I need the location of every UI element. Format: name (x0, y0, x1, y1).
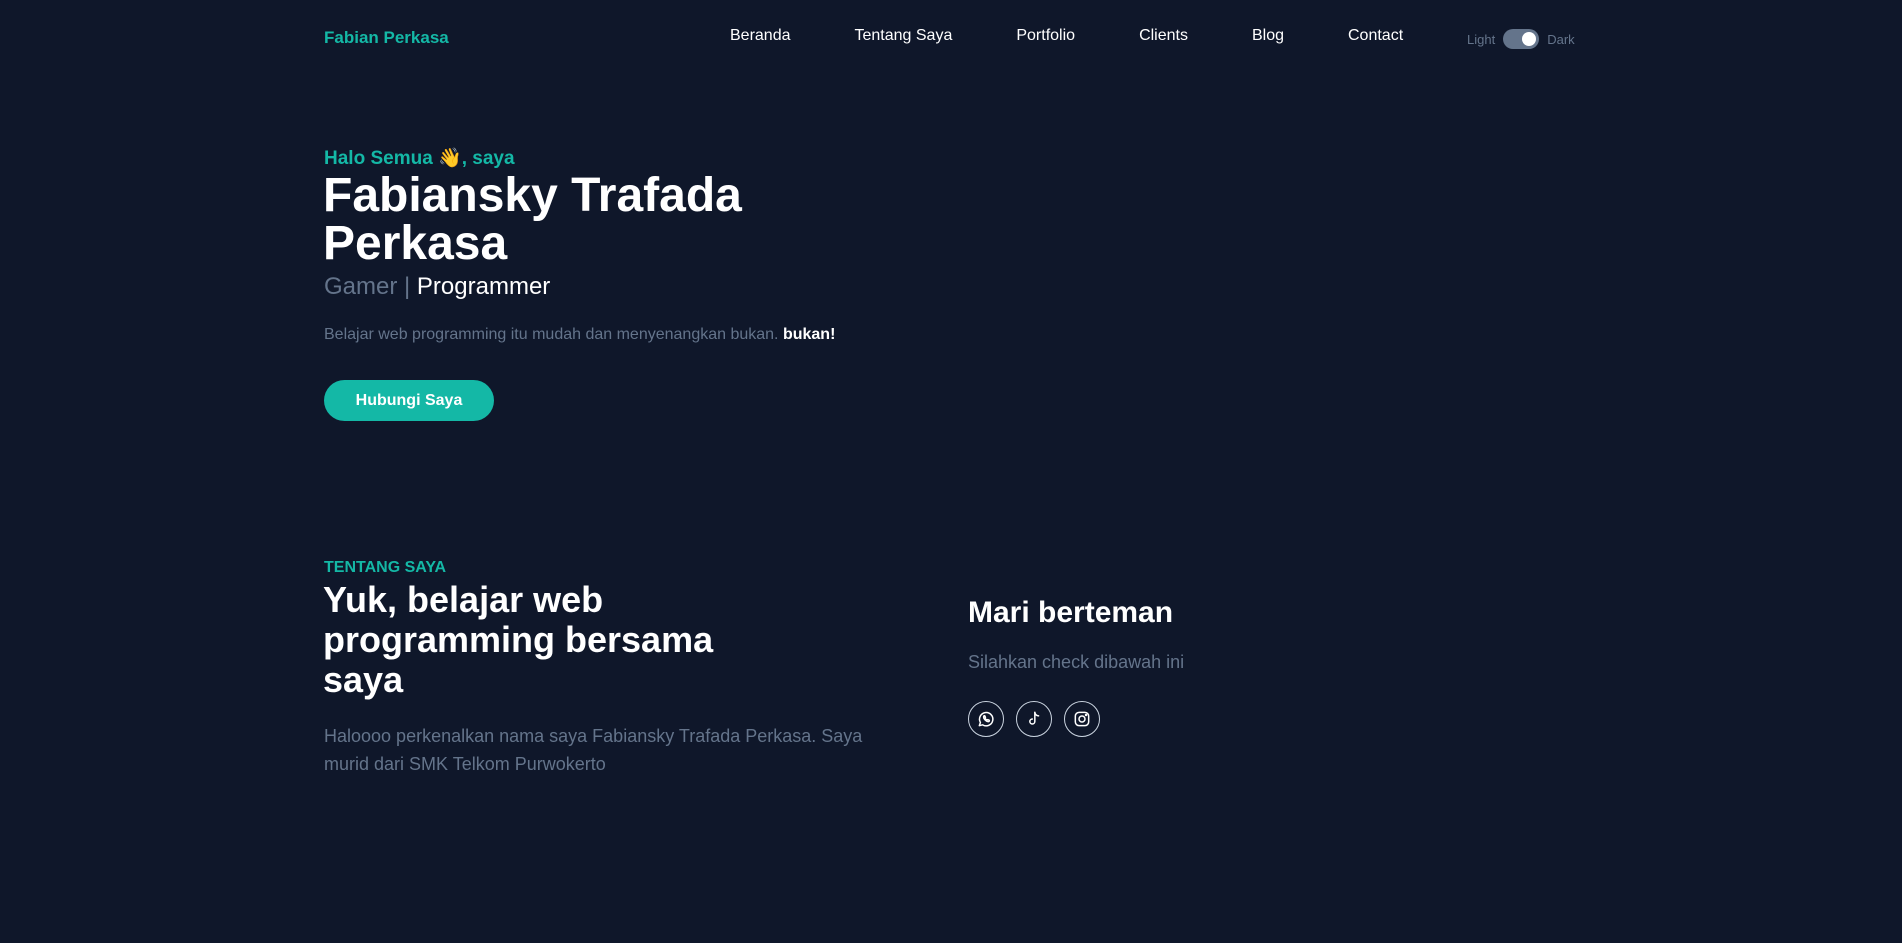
social-links (968, 701, 1100, 737)
tiktok-icon (1029, 711, 1040, 725)
dark-mode-switch[interactable] (1503, 29, 1540, 49)
hubungi-saya-button[interactable]: Hubungi Saya (324, 380, 494, 421)
whatsapp-link[interactable] (968, 701, 1004, 737)
switch-knob (1522, 32, 1537, 46)
friends-title: Mari berteman (968, 596, 1174, 629)
hero-description-bold: bukan! (782, 326, 836, 343)
hero-role: Gamer | Programmer (324, 273, 550, 301)
hero-role-prefix: Gamer | (324, 273, 417, 300)
site-header: Fabian Perkasa Beranda Tentang Saya Port… (0, 0, 1902, 78)
instagram-link[interactable] (1064, 701, 1100, 737)
page: Fabian Perkasa Beranda Tentang Saya Port… (0, 0, 1902, 943)
nav-blog[interactable]: Blog (1252, 27, 1284, 45)
hero-description-text: Belajar web programming itu mudah dan me… (324, 326, 783, 343)
main-nav: Beranda Tentang Saya Portfolio Clients B… (730, 27, 1403, 45)
hero-description: Belajar web programming itu mudah dan me… (324, 326, 835, 344)
theme-light-label: Light (1467, 31, 1496, 47)
nav-tentang-saya[interactable]: Tentang Saya (855, 27, 953, 45)
whatsapp-icon (978, 711, 994, 727)
theme-toggle: Light Dark (1467, 29, 1575, 49)
instagram-icon (1074, 711, 1090, 727)
tiktok-link[interactable] (1016, 701, 1052, 737)
hero-name: Fabiansky Trafada Perkasa (323, 169, 742, 270)
hero-role-accent: Programmer (416, 273, 551, 300)
about-tag: TENTANG SAYA (324, 559, 447, 576)
hero-greeting: Halo Semua 👋, saya (324, 148, 515, 169)
nav-contact[interactable]: Contact (1348, 27, 1403, 45)
nav-beranda[interactable]: Beranda (730, 27, 791, 45)
theme-dark-label: Dark (1547, 31, 1575, 47)
brand-logo-link[interactable]: Fabian Perkasa (324, 28, 449, 48)
friends-description: Silahkan check dibawah ini (968, 652, 1185, 672)
about-description: Haloooo perkenalkan nama saya Fabiansky … (324, 726, 863, 774)
nav-clients[interactable]: Clients (1139, 27, 1188, 45)
about-title: Yuk, belajar web programming bersama say… (323, 579, 714, 700)
nav-portfolio[interactable]: Portfolio (1016, 27, 1075, 45)
